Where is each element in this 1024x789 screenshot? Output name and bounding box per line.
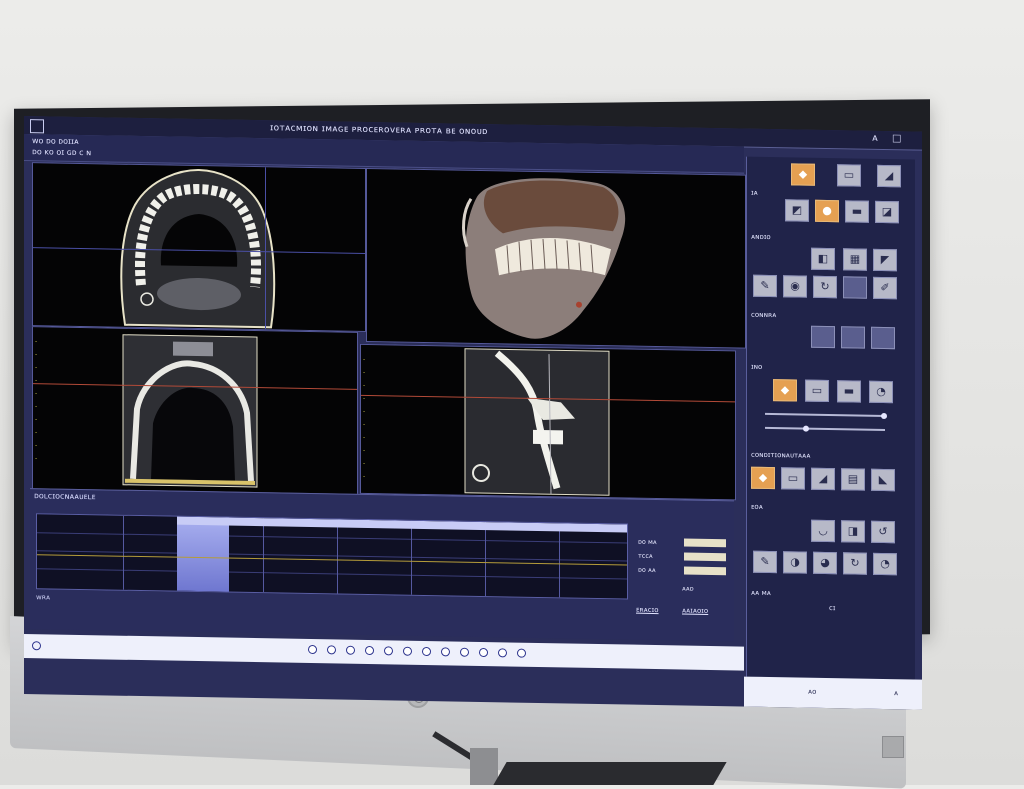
- maximize-icon[interactable]: □: [892, 133, 901, 144]
- panel-footer-left: ᴀᴀ ᴍᴀ: [751, 588, 771, 598]
- grid-line: [265, 167, 266, 330]
- status-text: ᴀᴏ: [808, 687, 817, 696]
- page-dot[interactable]: [422, 646, 431, 657]
- page-dot[interactable]: [498, 648, 507, 658]
- layers-icon[interactable]: ▦: [843, 248, 867, 271]
- info-row: ᴛᴄᴄᴀ: [638, 552, 730, 564]
- tooth-icon[interactable]: ◆: [773, 379, 797, 402]
- zoom-icon[interactable]: ◔: [869, 380, 893, 404]
- contrast-icon[interactable]: ◑: [783, 551, 807, 574]
- page-dot[interactable]: [308, 644, 317, 655]
- monitor-badge: [882, 736, 904, 758]
- page-dot[interactable]: [346, 645, 355, 655]
- page-dot[interactable]: [460, 647, 469, 657]
- sagittal-slice-image: [464, 348, 610, 496]
- slider-track[interactable]: [765, 426, 885, 432]
- crop-icon[interactable]: ◨: [841, 520, 865, 543]
- crop-icon[interactable]: ◩: [785, 199, 809, 222]
- measure-icon[interactable]: ▬: [845, 200, 869, 223]
- rotate-icon[interactable]: ↻: [843, 552, 867, 575]
- info-row: ᴅᴏ ᴀᴀ: [638, 566, 730, 578]
- layers-icon[interactable]: ▤: [841, 468, 865, 491]
- pen-icon[interactable]: ✎: [753, 274, 777, 298]
- pen-icon[interactable]: ◪: [875, 200, 899, 224]
- slot-tool[interactable]: [871, 326, 895, 350]
- status-bar: ᴀᴏ ᴀ: [744, 676, 922, 710]
- section-title: ᴄᴏɴᴅɪᴛɪᴏɴᴀᴜᴛᴀᴀᴀ: [751, 450, 811, 460]
- cube-icon[interactable]: ▭: [837, 164, 861, 187]
- series-label: ᴅᴏ ᴋᴏ ᴏɪ ɢᴅ ᴄ ɴ: [32, 147, 92, 158]
- slider-track[interactable]: [765, 412, 885, 418]
- pen-icon[interactable]: ◣: [871, 468, 895, 492]
- zoom-icon[interactable]: ◡: [811, 519, 835, 543]
- section-title: ɪᴀ: [751, 188, 758, 197]
- crop-icon[interactable]: ▭: [781, 467, 805, 490]
- brush-icon[interactable]: ◔: [873, 552, 897, 576]
- page-dot[interactable]: [365, 645, 374, 656]
- crop-icon[interactable]: ▭: [805, 379, 829, 403]
- page-dot[interactable]: [479, 647, 488, 658]
- crop-icon[interactable]: ◧: [811, 247, 835, 271]
- panel-footer-right: ᴄɪ: [829, 604, 836, 613]
- tooth-icon[interactable]: ◆: [791, 163, 815, 186]
- brush-icon[interactable]: ✐: [873, 276, 897, 300]
- coronal-slice-image: [122, 334, 258, 488]
- blank-tool[interactable]: [843, 276, 867, 299]
- page-dot[interactable]: [517, 648, 526, 658]
- settings-icon[interactable]: [32, 641, 41, 651]
- slider-knob[interactable]: [881, 412, 887, 420]
- viewport-coronal[interactable]: ----------: [32, 326, 358, 500]
- contrast-icon[interactable]: ◉: [783, 275, 807, 298]
- layers-icon[interactable]: ◢: [877, 164, 901, 188]
- slot-tool[interactable]: [841, 326, 865, 349]
- zoom-icon[interactable]: ◤: [873, 248, 897, 272]
- page-dot[interactable]: [327, 645, 336, 655]
- slider-knob[interactable]: [803, 425, 809, 432]
- timeline-link-left[interactable]: ᴇʀᴀᴄɪᴏ: [636, 606, 659, 614]
- section-title: ᴀɴᴅɪᴏ: [751, 232, 771, 242]
- monitor-stand: [470, 748, 498, 785]
- tooth-icon[interactable]: ◆: [751, 466, 775, 490]
- timeline-grid[interactable]: [36, 513, 628, 600]
- viewport-3d[interactable]: [366, 167, 746, 349]
- info-box: ᴅᴏ ᴍᴀ ᴛᴄᴄᴀ ᴅᴏ ᴀᴀ ᴀᴀᴅ: [638, 538, 730, 600]
- scale-ruler: ----------: [35, 338, 38, 463]
- monitor-foot: [493, 762, 727, 785]
- viewport-axial[interactable]: [32, 162, 366, 332]
- viewport-sagittal[interactable]: ----------: [360, 343, 736, 501]
- info-row: ᴅᴏ ᴍᴀ: [638, 538, 730, 550]
- tool-panel: ◆ ▭ ◢ ɪᴀ ◩ ● ▬ ◪ ᴀɴᴅɪᴏ ◧ ▦ ◤ ✎ ◉ ↻ ✐ ᴄᴏɴ…: [746, 156, 915, 680]
- section-title: ᴄᴏɴɴʀᴀ: [751, 310, 777, 320]
- window-title: ɪᴏᴛᴀᴄᴍɪᴏɴ ɪᴍᴀɢᴇ ᴘʀᴏᴄᴇʀᴏᴠᴇʀᴀ ᴘʀᴏᴛᴀ ʙᴇ ᴏɴᴏ…: [270, 123, 488, 138]
- tooth-icon[interactable]: ◕: [813, 551, 837, 575]
- study-label: ᴡᴏ ᴅᴏ ᴅᴏɪɪᴀ: [32, 136, 79, 146]
- brush-icon[interactable]: ●: [815, 199, 839, 223]
- timeline-link-right[interactable]: ᴀᴀɪᴀᴏɪᴏ: [682, 606, 708, 614]
- timeline-bar: [177, 516, 627, 533]
- rotate-icon[interactable]: ↺: [871, 520, 895, 544]
- page-dot[interactable]: [441, 647, 450, 657]
- timeline-selection[interactable]: [177, 516, 229, 592]
- timeline-footer: ᴡʀᴀ: [36, 593, 51, 602]
- page-dot[interactable]: [403, 646, 412, 656]
- section-title: ɪɴᴏ: [751, 362, 763, 371]
- status-badge[interactable]: ᴀ: [894, 689, 898, 697]
- page-dot[interactable]: [384, 646, 393, 656]
- scale-ruler: ----------: [363, 355, 366, 480]
- app-logo-icon: [30, 119, 44, 134]
- timeline-title: ᴅᴏʟᴄɪᴏᴄɴᴀᴀᴜᴇʟᴇ: [34, 491, 96, 502]
- pen-icon[interactable]: ✎: [753, 550, 777, 574]
- timeline-panel: ᴅᴏʟᴄɪᴏᴄɴᴀᴀᴜᴇʟᴇ ᴅᴏ ᴍᴀ ᴛᴄᴄᴀ ᴅᴏ ᴀᴀ ᴀᴀᴅ ᴡʀᴀ …: [30, 488, 734, 642]
- minimize-icon[interactable]: ᴀ: [872, 133, 878, 144]
- slot-tool[interactable]: [811, 325, 835, 349]
- measure-icon[interactable]: ▬: [837, 380, 861, 403]
- screen: ɪᴏᴛᴀᴄᴍɪᴏɴ ɪᴍᴀɢᴇ ᴘʀᴏᴄᴇʀᴏᴠᴇʀᴀ ᴘʀᴏᴛᴀ ʙᴇ ᴏɴᴏ…: [24, 116, 922, 710]
- 3d-jaw-render: [462, 178, 625, 339]
- rotate-icon[interactable]: ↻: [813, 275, 837, 299]
- section-title: ᴇᴏᴀ: [751, 502, 763, 511]
- brush-icon[interactable]: ◢: [811, 467, 835, 491]
